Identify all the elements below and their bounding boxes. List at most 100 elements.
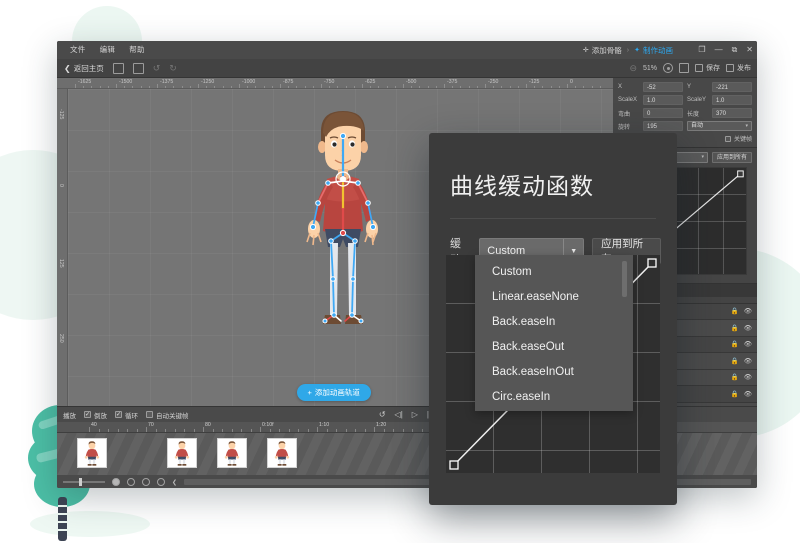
menu-item-file[interactable]: 文件 bbox=[63, 41, 93, 59]
reset-icon[interactable]: ↺ bbox=[379, 410, 386, 419]
scalex-value-input[interactable]: 1.0 bbox=[643, 95, 683, 105]
dropdown-option-0[interactable]: Custom bbox=[475, 259, 633, 284]
timeline-minor-tick bbox=[99, 429, 100, 432]
publish-button[interactable]: 发布 bbox=[726, 63, 751, 73]
timeline-minor-tick bbox=[222, 429, 223, 432]
lock-icon[interactable]: 🔒 bbox=[731, 340, 739, 348]
ruler-minor-tick bbox=[305, 86, 306, 88]
settings-icon[interactable] bbox=[157, 478, 165, 486]
close-icon[interactable]: ✕ bbox=[746, 46, 753, 54]
timeline-minor-tick bbox=[412, 429, 413, 432]
ruler-minor-tick bbox=[288, 86, 289, 88]
target-icon[interactable] bbox=[663, 63, 673, 73]
import-icon[interactable] bbox=[113, 63, 124, 74]
chevron-down-icon: ▾ bbox=[745, 122, 748, 130]
mode-add-bone[interactable]: ✛ 添加骨骼 bbox=[583, 45, 622, 56]
mode-make-animation[interactable]: ✦ 制作动画 bbox=[634, 45, 673, 56]
onion-skin-icon[interactable] bbox=[112, 478, 120, 486]
plus-icon: + bbox=[308, 388, 312, 397]
length-value-input[interactable]: 370 bbox=[712, 108, 752, 118]
ease-options-dropdown[interactable]: CustomLinear.easeNoneBack.easeInBack.eas… bbox=[475, 255, 633, 411]
back-to-home-button[interactable]: ❮ 返回主页 bbox=[64, 63, 104, 74]
timeline-minor-tick bbox=[137, 429, 138, 432]
save-icon bbox=[695, 64, 703, 72]
checkbox-loop[interactable]: ✓ 循环 bbox=[115, 410, 138, 420]
scroll-left-icon[interactable]: ❮ bbox=[172, 479, 177, 486]
publish-icon bbox=[726, 64, 734, 72]
keyframe-thumbnail[interactable] bbox=[217, 438, 247, 468]
timeline-minor-tick bbox=[165, 429, 166, 432]
ghost-icon[interactable] bbox=[127, 478, 135, 486]
restore-icon[interactable]: ❐ bbox=[698, 46, 705, 54]
ruler-minor-tick bbox=[387, 86, 388, 88]
prev-frame-icon[interactable]: ◁| bbox=[395, 410, 403, 419]
checkbox-autokey[interactable]: 自动关键帧 bbox=[146, 410, 189, 420]
bend-label: 弯曲 bbox=[618, 109, 640, 118]
save-button[interactable]: 保存 bbox=[695, 63, 720, 73]
timeline-minor-tick bbox=[336, 429, 337, 432]
keyframe-thumbnail[interactable] bbox=[267, 438, 297, 468]
lock-icon[interactable]: 🔒 bbox=[731, 357, 739, 365]
ruler-minor-tick bbox=[313, 86, 314, 88]
timeline-tick bbox=[317, 427, 318, 432]
duplicate-icon[interactable] bbox=[133, 63, 144, 74]
timeline-zoom-slider[interactable] bbox=[63, 481, 105, 483]
x-value-input[interactable]: -52 bbox=[643, 82, 683, 92]
ruler-label-vertical: -125 bbox=[58, 109, 64, 119]
keyframe-thumbnail[interactable] bbox=[167, 438, 197, 468]
ruler-label: -500 bbox=[406, 79, 416, 85]
animation-icon: ✦ bbox=[634, 46, 640, 54]
eye-icon[interactable]: 👁 bbox=[744, 390, 752, 398]
ruler-minor-tick bbox=[329, 86, 330, 88]
scaley-value-input[interactable]: 1.0 bbox=[712, 95, 752, 105]
dropdown-scrollbar[interactable] bbox=[622, 261, 627, 297]
dropdown-option-4[interactable]: Back.easeInOut bbox=[475, 359, 633, 384]
timeline-minor-tick bbox=[175, 429, 176, 432]
ruler-minor-tick bbox=[518, 86, 519, 88]
zoom-out-icon[interactable]: ⊖ bbox=[629, 63, 637, 74]
eye-icon[interactable]: 👁 bbox=[744, 307, 752, 315]
play-icon[interactable]: ▷ bbox=[412, 410, 418, 419]
timeline-minor-tick bbox=[251, 429, 252, 432]
add-animation-track-button[interactable]: + 添加动画轨道 bbox=[297, 384, 371, 401]
dropdown-option-3[interactable]: Back.easeOut bbox=[475, 334, 633, 359]
auto-mode-select[interactable]: 自动 ▾ bbox=[687, 121, 752, 131]
ruler-minor-tick bbox=[575, 86, 576, 88]
mode-switcher: ✛ 添加骨骼 › ✦ 制作动画 bbox=[583, 41, 673, 59]
menu-item-edit[interactable]: 编辑 bbox=[93, 41, 123, 59]
eye-icon[interactable]: 👁 bbox=[744, 340, 752, 348]
timeline-minor-tick bbox=[308, 429, 309, 432]
checkbox-loop-label: 循环 bbox=[125, 410, 138, 420]
fit-screen-icon[interactable] bbox=[679, 63, 689, 73]
minimize-icon[interactable]: — bbox=[715, 46, 723, 54]
sub-toolbar: ❮ 返回主页 ↺ ↻ ⊖ 51% 保存 发布 bbox=[57, 59, 757, 78]
eye-icon[interactable]: 👁 bbox=[744, 324, 752, 332]
y-value-input[interactable]: -221 bbox=[712, 82, 752, 92]
mode-make-animation-label: 制作动画 bbox=[643, 45, 673, 56]
undo-icon[interactable]: ↺ bbox=[153, 63, 161, 74]
eye-icon[interactable]: 👁 bbox=[744, 373, 752, 381]
menu-item-help[interactable]: 帮助 bbox=[122, 41, 152, 59]
maximize-icon[interactable]: ⧉ bbox=[732, 46, 738, 54]
lock-icon[interactable]: 🔒 bbox=[731, 324, 739, 332]
ruler-minor-tick bbox=[149, 86, 150, 88]
panel-apply-all-button[interactable]: 应用到所有 bbox=[712, 152, 752, 163]
checkbox-reverse[interactable]: ✓ 倒放 bbox=[84, 410, 107, 420]
lock-icon[interactable]: 🔒 bbox=[731, 307, 739, 315]
rotate-value-input[interactable]: 195 bbox=[643, 121, 683, 131]
dropdown-option-5[interactable]: Circ.easeIn bbox=[475, 384, 633, 409]
ruler-label: -1625 bbox=[78, 79, 91, 85]
character-rig[interactable] bbox=[283, 103, 403, 393]
keyframe-thumbnail[interactable] bbox=[77, 438, 107, 468]
slider-knob[interactable] bbox=[79, 478, 82, 486]
timeline-tick-label: 40 bbox=[91, 422, 97, 428]
lock-icon[interactable]: 🔒 bbox=[731, 390, 739, 398]
lock-icon[interactable]: 🔒 bbox=[731, 373, 739, 381]
dropdown-option-2[interactable]: Back.easeIn bbox=[475, 309, 633, 334]
bend-value-input[interactable]: 0 bbox=[643, 108, 683, 118]
redo-icon[interactable]: ↻ bbox=[169, 63, 177, 74]
loop-region-icon[interactable] bbox=[142, 478, 150, 486]
eye-icon[interactable]: 👁 bbox=[744, 357, 752, 365]
ruler-label: -750 bbox=[324, 79, 334, 85]
dropdown-option-1[interactable]: Linear.easeNone bbox=[475, 284, 633, 309]
